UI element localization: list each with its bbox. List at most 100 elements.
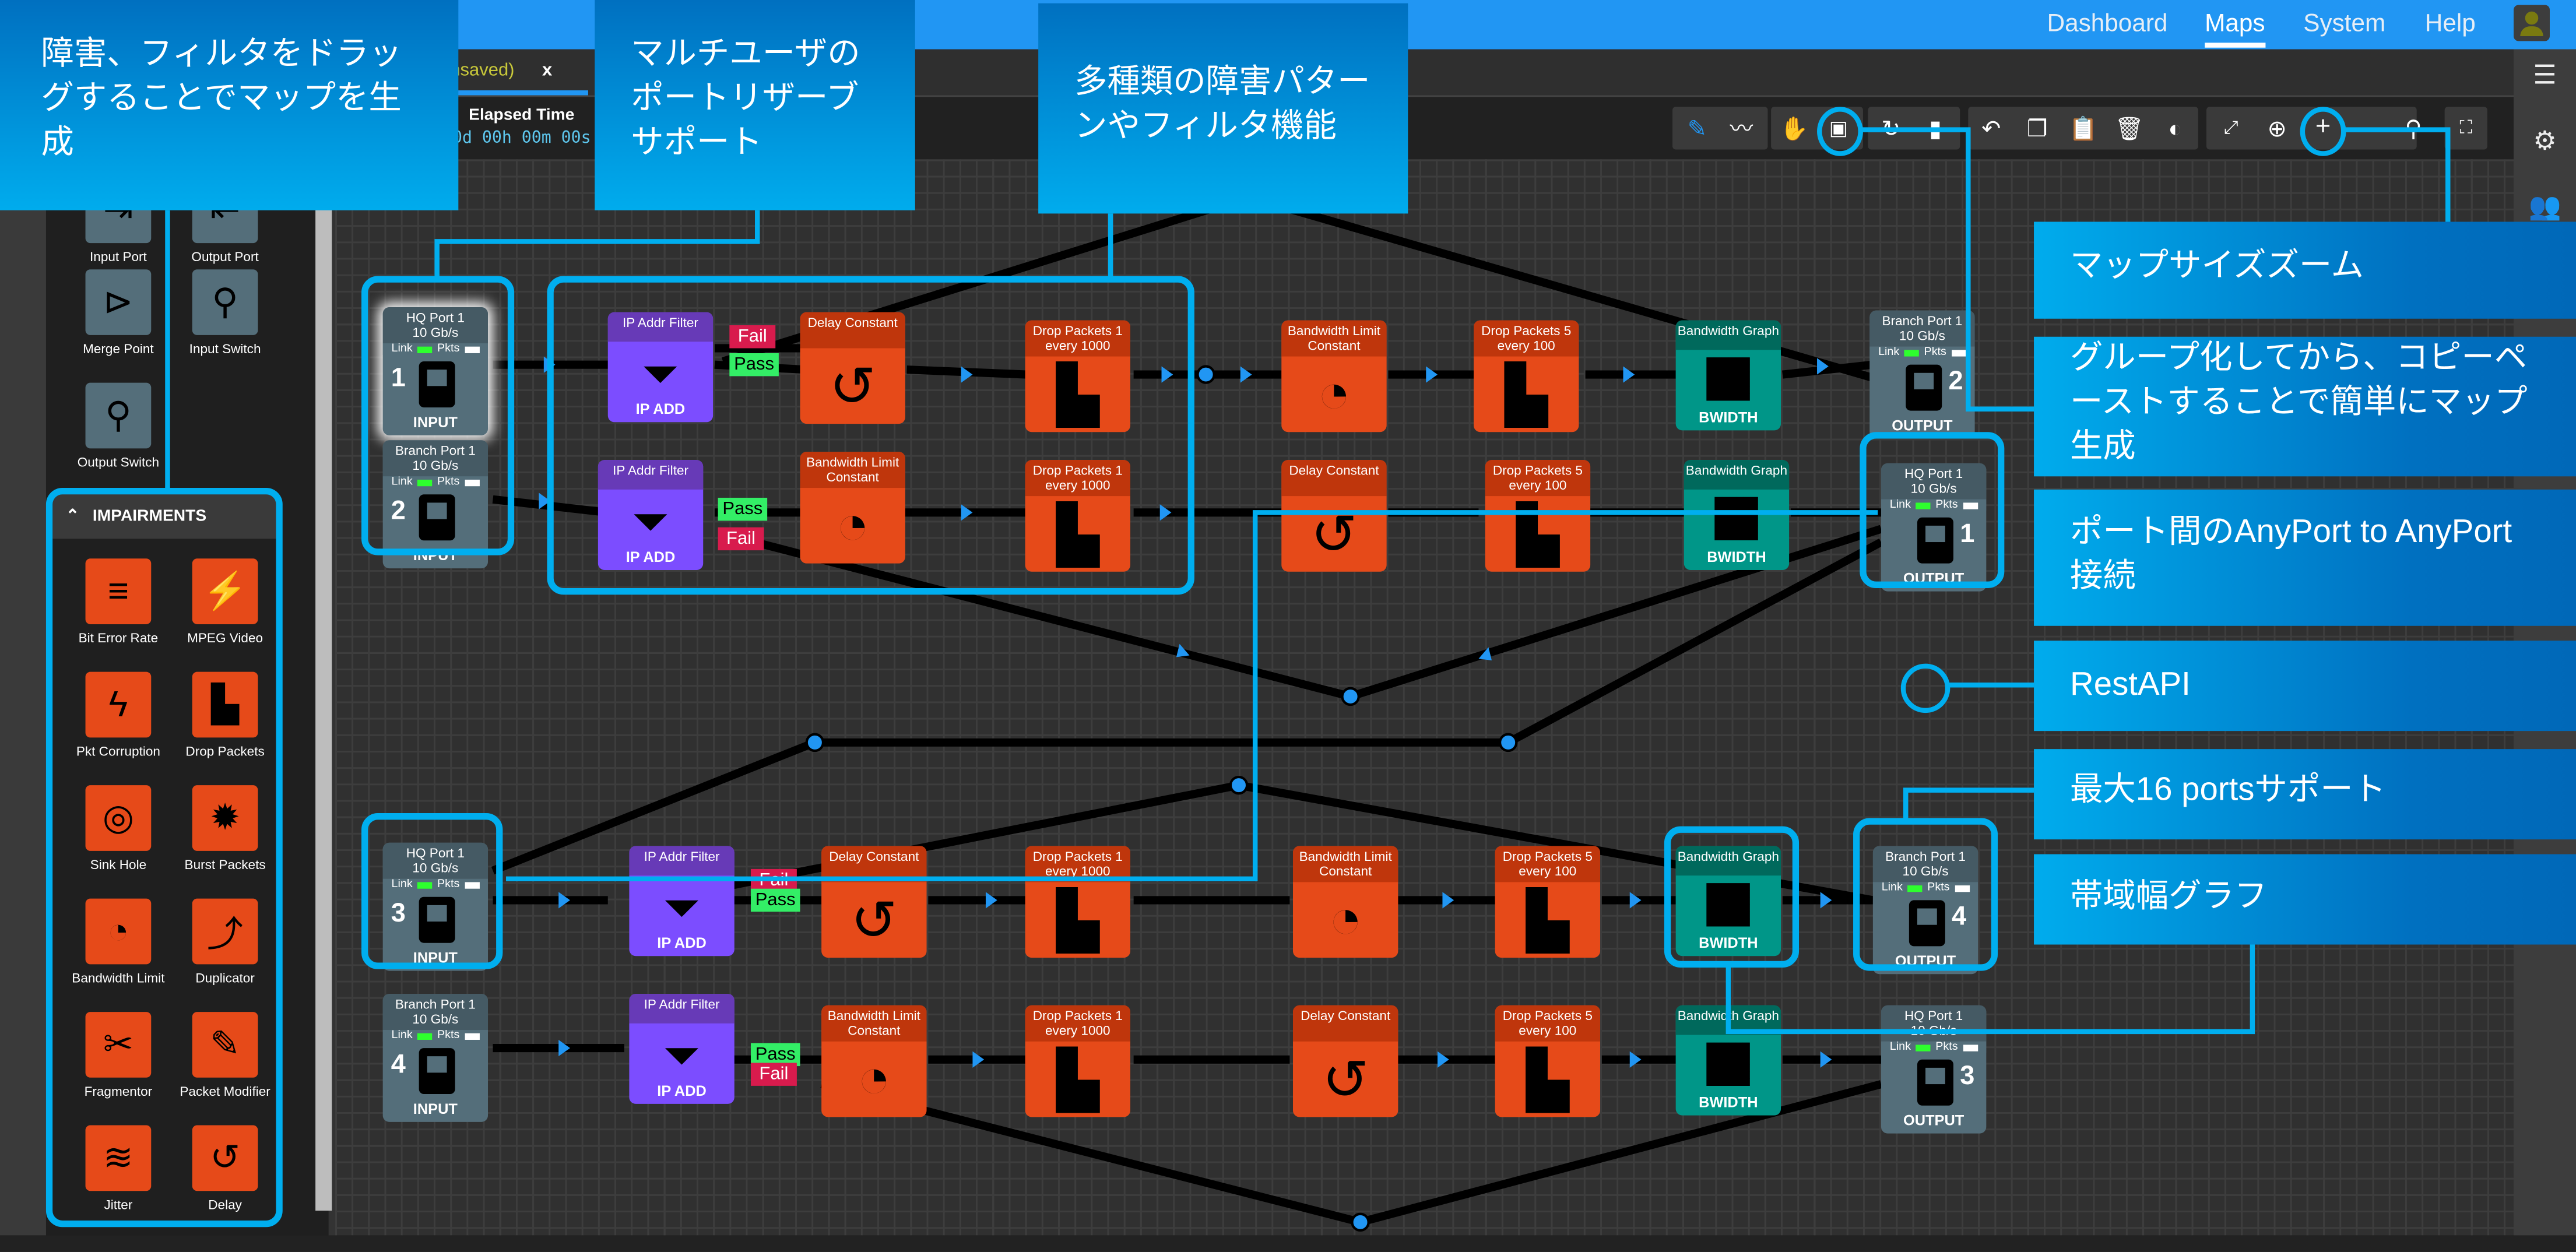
pkts-label: Pkts [437,1030,460,1042]
delete-icon[interactable]: 🗑 [2108,107,2150,149]
callout-impairments: 多種類の障害パターンやフィルタ機能 [1038,3,1408,214]
highlight-group-button [1817,107,1863,156]
port-node[interactable]: HQ Port 1 10 Gb/s Link Pkts 3 OUTPUT [1881,1005,1987,1134]
refresh-icon[interactable]: ↻ [1869,107,1912,149]
pencil-icon[interactable]: ✎ [1676,107,1718,149]
impairment-body: ↺ [821,882,926,958]
callout-group-copy: グループ化してから、コピーペーストすることで簡単にマップ生成 [2034,336,2576,477]
impairment-body: ▙ [1025,882,1130,958]
impairment-node[interactable]: Drop Packets 1 every 1000 ▙ [1025,846,1130,958]
impairment-node[interactable]: Drop Packets 5 every 100 ▙ [1495,1005,1601,1117]
fit-screen-icon[interactable]: ⤢ [2210,107,2252,149]
pkts-led [1963,1044,1978,1051]
line-graph-icon: 📈 [1712,497,1762,543]
palette-scrollbar[interactable] [315,159,332,1211]
port-number: 4 [391,1051,406,1079]
graph-title: Bandwidth Graph [1684,460,1790,490]
delay-icon: ↺ [851,890,898,953]
connect-line-icon[interactable]: 〰 [1720,107,1763,149]
port-name: HQ Port 1 [1904,1008,1963,1024]
save-icon[interactable]: ▮ [1914,107,1956,149]
port-node[interactable]: Branch Port 1 10 Gb/s Link Pkts 2 OUTPUT [1869,310,1975,439]
highlight-impairments-palette [45,488,283,1228]
line-graph-icon: 📈 [1703,358,1753,403]
bandwidth-limit-icon: ◔ [1317,363,1351,425]
merge-point-icon: ⊳ [85,269,152,335]
impairment-title: Delay Constant [821,846,927,882]
nav-system[interactable]: System [2303,10,2385,38]
close-tab-icon[interactable]: x [542,61,552,80]
link-label: Link [1889,1041,1911,1053]
impairment-node[interactable]: Bandwidth Limit Constant ◔ [1281,320,1387,432]
hand-pan-icon[interactable]: ✋ [1773,107,1815,149]
bandwidth-limit-icon: ◔ [1329,888,1363,951]
filter-label: IP ADD [657,1082,707,1099]
impairment-node[interactable]: Delay Constant ↺ [1281,460,1387,572]
impairment-node[interactable]: Bandwidth Limit Constant ◔ [1293,846,1398,958]
impairment-body: ▙ [1495,1042,1600,1117]
port-direction: INPUT [413,1100,458,1117]
bandwidth-graph-node[interactable]: Bandwidth Graph 📈 BWIDTH [1675,320,1781,431]
zoom-out-icon[interactable]: ⚲ [2392,107,2434,149]
port-status: Link Pkts [382,1030,489,1042]
highlight-input-port-3 [361,813,503,969]
elapsed-time-label: Elapsed Time [469,107,575,125]
user-icon [2525,11,2539,25]
port-header: HQ Port 1 10 Gb/s [1881,1005,1987,1042]
paste-icon[interactable]: 📋 [2062,107,2104,149]
toggle-icon[interactable]: ◐ [2154,107,2197,149]
link-led [1904,349,1920,356]
port-name: Branch Port 1 [395,997,476,1012]
nav-dashboard[interactable]: Dashboard [2047,10,2168,38]
port-node[interactable]: Branch Port 1 10 Gb/s Link Pkts 4 INPUT [382,994,489,1122]
user-avatar-button[interactable] [2513,5,2550,41]
fullscreen-icon[interactable]: ⛶ [2445,107,2487,149]
callout-multiuser: マルチユーザのポートリザーブサポート [595,0,915,210]
gear-icon[interactable]: ⚙ [2514,125,2576,157]
ip-filter-node[interactable]: IP Addr Filter ⏷ IP ADD [629,846,735,956]
menu-icon[interactable]: ☰ [2514,59,2576,92]
palette-merge-point[interactable]: ⊳ Merge Point [69,269,167,357]
port-header: Branch Port 1 10 Gb/s [1869,310,1975,347]
impairment-title: Bandwidth Limit Constant [821,1005,927,1042]
callout-bandwidth-graph: 帯域幅グラフ [2034,854,2576,945]
port-status: Link Pkts [1869,346,1975,358]
filter-label: IP ADD [657,934,707,951]
highlight-input-ports [361,276,515,555]
impairment-title: Bandwidth Limit Constant [1293,846,1398,882]
filter-body: ⏷ [629,1024,734,1082]
bandwidth-graph-node[interactable]: Bandwidth Graph 📈 BWIDTH [1675,1005,1781,1116]
elapsed-time-value: 0d 00h 00m 00s [452,129,591,148]
impairment-node[interactable]: Drop Packets 5 every 100 ▙ [1474,320,1579,432]
impairment-node[interactable]: Delay Constant ↺ [821,846,927,958]
undo-icon[interactable]: ↶ [1970,107,2012,149]
drop-packets-icon: ▙ [1526,1049,1569,1112]
center-target-icon[interactable]: ⊕ [2256,107,2299,149]
link-led [1916,1044,1931,1051]
impairment-node[interactable]: Drop Packets 5 every 100 ▙ [1485,460,1591,572]
delay-icon: ↺ [1322,1049,1369,1112]
pass-tag: Pass [750,888,800,912]
impairment-node[interactable]: Bandwidth Limit Constant ◔ [821,1005,927,1117]
graph-body: 📈 [1676,1035,1781,1094]
impairment-body: ◔ [1293,882,1398,958]
graph-label: BWIDTH [1707,548,1766,565]
impairment-node[interactable]: Drop Packets 1 every 1000 ▙ [1025,1005,1130,1117]
port-status: Link Pkts [1881,1041,1987,1053]
impairment-body: ◔ [821,1042,926,1117]
ip-filter-node[interactable]: IP Addr Filter ⏷ IP ADD [629,994,735,1104]
users-icon[interactable]: 👥 [2514,191,2576,223]
palette-input-switch[interactable]: ⚲ Input Switch [176,269,275,357]
callout-restapi: RestAPI [2034,641,2576,731]
graph-title: Bandwidth Graph [1675,320,1781,350]
nav-maps[interactable]: Maps [2205,10,2265,48]
copy-icon[interactable]: ❐ [2016,107,2058,149]
palette-output-switch[interactable]: ⚲ Output Switch [69,382,167,470]
impairment-node[interactable]: Delay Constant ↺ [1293,1005,1398,1117]
impairment-node[interactable]: Drop Packets 5 every 100 ▙ [1495,846,1601,958]
graph-body: 📈 [1676,350,1781,409]
bandwidth-graph-node[interactable]: Bandwidth Graph 📈 BWIDTH [1684,460,1790,570]
port-number: 3 [1960,1063,1975,1091]
graph-label: BWIDTH [1699,409,1758,425]
nav-help[interactable]: Help [2425,10,2476,38]
